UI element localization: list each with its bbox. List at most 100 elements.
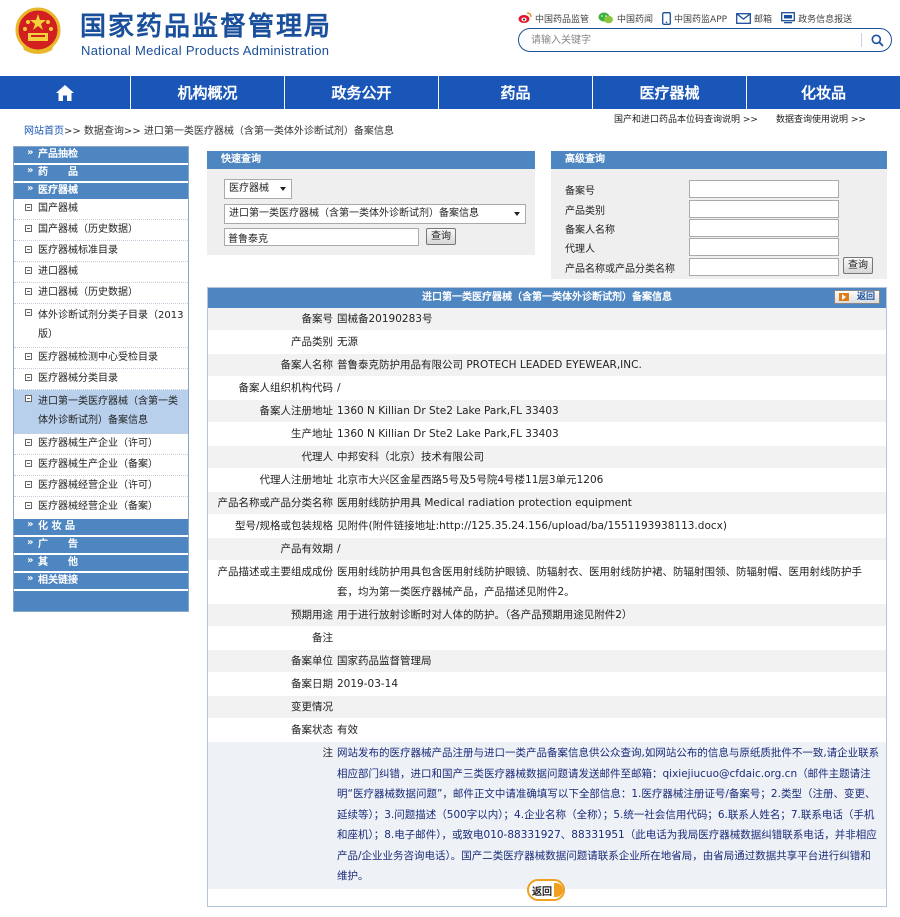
sidebar-item[interactable]: 体外诊断试剂分类子目录（2013版） [14,304,188,348]
nav-drugs[interactable]: 药品 [438,76,592,109]
detail-row: 产品名称或产品分类名称 医用射线防护用具 Medical radiation pr… [208,492,886,515]
sidebar-item[interactable]: 进口器械（历史数据） [14,283,188,304]
site-search [518,28,892,52]
chevron-icon: » [27,537,34,548]
chevron-icon: » [27,183,34,194]
filer-name-input[interactable] [689,219,839,237]
help-links: 国产和进口药品本位码查询说明 >> 数据查询使用说明 >> [614,112,866,125]
field-value: 医用射线防护用具包含医用射线防护眼镜、防辐射衣、医用射线防护裙、防辐射围领、防辐… [337,566,862,598]
sidebar-footer-bar [14,591,188,611]
back-button-top[interactable]: 返回 [834,290,880,304]
sidebar-item[interactable]: 国产器械 [14,199,188,220]
advanced-query-title: 高级查询 [551,151,887,169]
top-link-report[interactable]: 政务信息报送 [781,10,852,26]
top-link-label: 邮箱 [754,14,773,25]
advanced-search-button[interactable]: 查询 [843,257,873,274]
sidebar-cat-drugs[interactable]: » 药 品 [14,165,188,181]
wechat-icon [598,12,614,24]
sidebar-item[interactable]: 医疗器械检测中心受检目录 [14,348,188,369]
sidebar-item[interactable]: 医疗器械生产企业（备案） [14,455,188,476]
agent-input[interactable] [689,238,839,256]
field-label: 备注 [312,632,333,644]
agent-label: 代理人 [565,244,595,255]
nav-about[interactable]: 机构概况 [130,76,284,109]
nav-gov-affairs[interactable]: 政务公开 [284,76,438,109]
weibo-icon [518,12,532,23]
collapse-box-icon [25,395,32,402]
help-link-drug-code[interactable]: 国产和进口药品本位码查询说明 >> [614,112,758,125]
site-logo-title[interactable]: 国家药品监督管理局 [80,6,332,43]
sidebar-cat-sampling[interactable]: » 产品抽检 [14,147,188,163]
nav-devices[interactable]: 医疗器械 [592,76,746,109]
field-label: 型号/规格或包装规格 [234,520,333,532]
field-value: 北京市大兴区金星西路5号及5号院4号楼11层3单元1206 [337,474,604,486]
sidebar-item[interactable]: 医疗器械分类目录 [14,369,188,390]
search-button[interactable] [865,30,889,50]
search-input[interactable] [531,32,851,48]
collapse-box-icon [25,246,32,253]
sidebar-cat-ads[interactable]: » 广 告 [14,537,188,553]
detail-rows: 备案号 国械备20190283号 产品类别 无源 备案人名称 普鲁泰克防护用品有限公司… [208,308,886,742]
record-number-input[interactable] [689,180,839,198]
sidebar: » 产品抽检 » 药 品 » 医疗器械 国产器械 国产器械（历史数据） 医疗器械标准目… [13,146,189,612]
collapse-box-icon [25,267,32,274]
field-value [335,696,886,718]
detail-row: 生产地址 1360 N Killian Dr Ste2 Lake Park,FL … [208,423,886,446]
sidebar-item-active[interactable]: 进口第一类医疗器械（含第一类体外诊断试剂）备案信息 [14,390,188,434]
product-name-input[interactable] [689,258,839,276]
national-emblem-icon [15,7,61,54]
field-value: 国械备20190283号 [337,313,433,325]
dropdown-arrow-icon [514,212,520,216]
site-logo-subtitle: National Medical Products Administration [81,43,330,58]
back-button-bottom[interactable]: 返回 [527,878,567,902]
top-link-mail[interactable]: 邮箱 [736,10,772,26]
collapse-box-icon [25,353,32,360]
mobile-icon [662,11,671,25]
collapse-box-icon [25,374,32,381]
breadcrumb-path: >> 数据查询>> 进口第一类医疗器械（含第一类体外诊断试剂）备案信息 [64,126,394,137]
detail-row: 备案人注册地址 1360 N Killian Dr Ste2 Lake Park,… [208,400,886,423]
sidebar-item[interactable]: 医疗器械经营企业（许可） [14,476,188,497]
field-value: 用于进行放射诊断时对人体的防护。（各产品预期用途见附件2） [337,609,633,621]
sidebar-cat-links[interactable]: » 相关链接 [14,573,188,589]
product-category-input[interactable] [689,200,839,218]
field-value: 医用射线防护用具 Medical radiation protection eq… [337,497,632,509]
sidebar-cat-devices[interactable]: » 医疗器械 [14,183,188,199]
detail-row: 产品描述或主要组成成份 医用射线防护用具包含医用射线防护眼镜、防辐射衣、医用射线防… [208,561,886,604]
database-select[interactable]: 进口第一类医疗器械（含第一类体外诊断试剂）备案信息 [224,204,526,224]
sidebar-item[interactable]: 进口器械 [14,262,188,283]
sidebar-item[interactable]: 国产器械（历史数据） [14,220,188,241]
top-link-wechat[interactable]: 中国药闻 [598,10,653,26]
collapse-box-icon [25,460,32,467]
attachment-link[interactable]: 见附件(附件链接地址:http://125.35.24.156/upload/b… [335,515,886,537]
sidebar-item[interactable]: 医疗器械生产企业（许可） [14,434,188,455]
sidebar-item[interactable]: 医疗器械标准目录 [14,241,188,262]
breadcrumb-home[interactable]: 网站首页 [24,126,64,137]
sidebar-item[interactable]: 医疗器械经营企业（备案） [14,497,188,517]
field-value: / [337,543,341,555]
notice-row: 注 网站发布的医疗器械产品注册与进口一类产品备案信息供公众查询,如网站公布的信息… [208,742,886,889]
dropdown-arrow-icon [280,187,286,191]
field-value [335,627,886,649]
sidebar-cat-other[interactable]: » 其 他 [14,555,188,571]
top-link-app[interactable]: 中国药监APP [662,10,727,26]
sidebar-cat-cosmetics[interactable]: » 化 妆 品 [14,519,188,535]
notice-label: 注 [322,747,334,759]
keyword-input[interactable] [224,228,419,246]
chevron-icon: » [27,165,34,176]
collapse-box-icon [25,309,32,316]
record-number-label: 备案号 [565,186,595,197]
field-label: 备案人组织机构代码 [238,382,334,394]
nav-home[interactable] [0,76,130,109]
quick-search-button[interactable]: 查询 [426,228,456,245]
help-link-query-guide[interactable]: 数据查询使用说明 >> [776,112,866,125]
field-label: 生产地址 [291,428,333,440]
category-select[interactable]: 医疗器械 [224,179,292,199]
product-name-label: 产品名称或产品分类名称 [565,264,675,275]
nav-cosmetics[interactable]: 化妆品 [746,76,900,109]
breadcrumb: 网站首页>> 数据查询>> 进口第一类医疗器械（含第一类体外诊断试剂）备案信息 [24,122,394,137]
collapse-box-icon [25,288,32,295]
top-link-weibo[interactable]: 中国药品监管 [518,10,589,26]
detail-row: 变更情况 [208,696,886,719]
detail-panel: 进口第一类医疗器械（含第一类体外诊断试剂）备案信息 返回 备案号 国械备20190… [207,287,887,907]
